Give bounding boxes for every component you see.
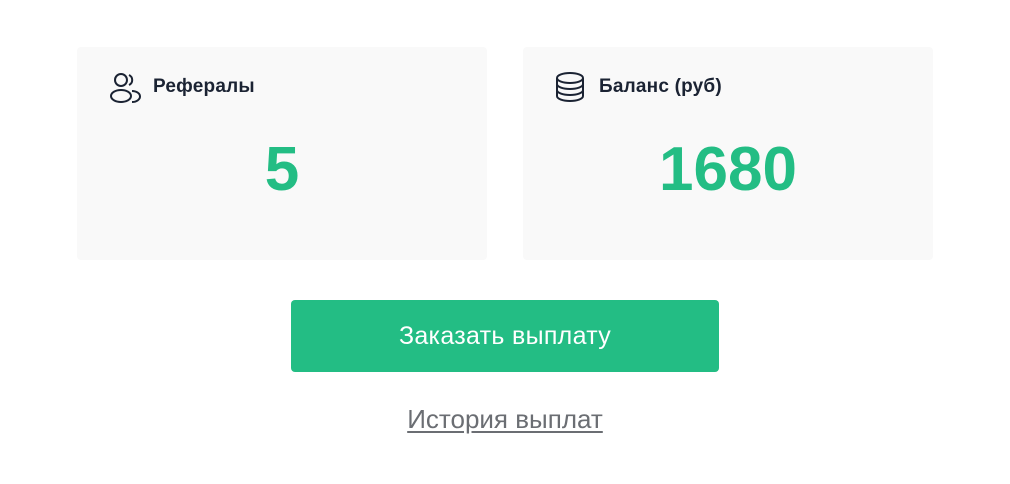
coins-icon: [555, 71, 589, 103]
payout-history-link[interactable]: История выплат: [0, 404, 1010, 435]
request-payout-button[interactable]: Заказать выплату: [291, 300, 719, 372]
referrals-title: Рефералы: [153, 76, 255, 97]
referrals-card-header: Рефералы: [109, 71, 255, 103]
balance-card-header: Баланс (руб): [555, 71, 722, 103]
balance-card: Баланс (руб) 1680: [523, 47, 933, 260]
stats-section: Рефералы 5 Баланс (руб) 1680: [77, 47, 933, 260]
balance-title: Баланс (руб): [599, 76, 722, 97]
users-icon: [109, 71, 143, 103]
referrals-count: 5: [264, 135, 300, 204]
balance-amount: 1680: [659, 135, 797, 204]
referrals-card: Рефералы 5: [77, 47, 487, 260]
